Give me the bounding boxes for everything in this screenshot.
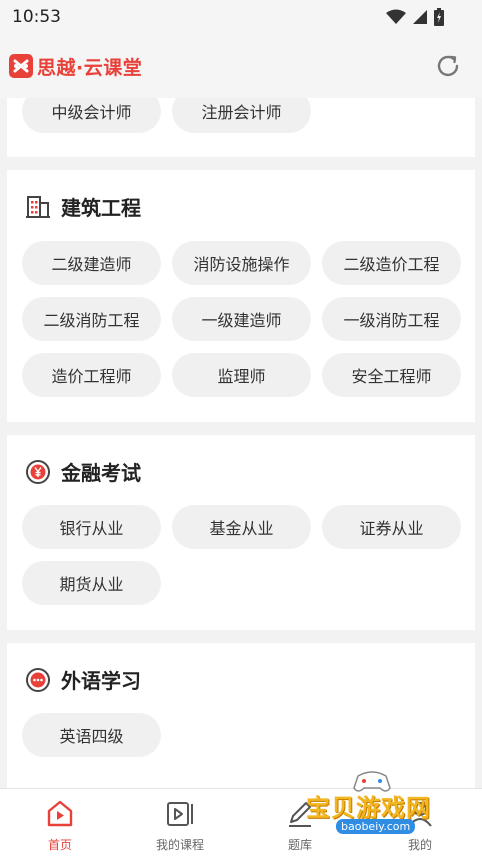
chip-level1-constructor[interactable]: 一级建造师 (172, 297, 311, 341)
refresh-button[interactable] (433, 51, 463, 81)
chip-cpa[interactable]: 注册会计师 (172, 98, 311, 133)
watermark-url: baobeiy.com (336, 819, 416, 834)
refresh-icon (437, 55, 459, 77)
yen-coin-icon (26, 459, 50, 484)
chip-level2-fire-engineer[interactable]: 二级消防工程 (22, 297, 161, 341)
app-header: 思越·云课堂 (0, 34, 482, 98)
chip-level1-fire-engineer[interactable]: 一级消防工程 (322, 297, 461, 341)
section-card-accounting: 中级会计师 注册会计师 (7, 98, 475, 157)
chip-safety-engineer[interactable]: 安全工程师 (322, 353, 461, 397)
section-card-finance: 金融考试 银行从业 基金从业 证券从业 期货从业 (7, 435, 475, 630)
app-logo-icon (9, 54, 33, 78)
section-card-construction: 建筑工程 二级建造师 消防设施操作 二级造价工程 二级消防工程 一级建造师 一级… (7, 170, 475, 422)
chip-banking[interactable]: 银行从业 (22, 505, 161, 549)
section-card-language: 外语学习 英语四级 (7, 643, 475, 788)
tab-label-my-courses: 我的课程 (155, 838, 204, 852)
battery-icon (434, 8, 444, 26)
chip-fund[interactable]: 基金从业 (172, 505, 311, 549)
chip-securities[interactable]: 证券从业 (322, 505, 461, 549)
tab-home[interactable]: 首页 (0, 789, 120, 857)
chip-fire-facility-operation[interactable]: 消防设施操作 (172, 241, 311, 285)
watermark: 宝贝游戏网 baobeiy.com (290, 768, 460, 838)
tab-label-home: 首页 (47, 838, 72, 852)
home-play-icon (47, 800, 73, 827)
wifi-icon (386, 9, 406, 24)
section-title-language: 外语学习 (61, 669, 141, 693)
chip-futures[interactable]: 期货从业 (22, 561, 161, 605)
chip-intermediate-accountant[interactable]: 中级会计师 (22, 98, 161, 133)
tab-label-question-bank: 题库 (287, 838, 312, 852)
chip-supervisor[interactable]: 监理师 (172, 353, 311, 397)
category-list[interactable]: 中级会计师 注册会计师 建筑工程 二级建造师 消防设施操作 二级造价工程 二级消… (0, 98, 482, 788)
chip-cost-engineer[interactable]: 造价工程师 (22, 353, 161, 397)
status-bar: 10:53 (0, 0, 482, 34)
chip-cet4[interactable]: 英语四级 (22, 713, 161, 757)
chip-level2-cost-engineer[interactable]: 二级造价工程 (322, 241, 461, 285)
section-title-construction: 建筑工程 (61, 196, 141, 220)
status-time: 10:53 (12, 7, 61, 27)
signal-icon (413, 10, 427, 24)
section-header-finance: 金融考试 (25, 457, 141, 486)
section-header-language: 外语学习 (25, 665, 141, 694)
tab-label-profile: 我的 (407, 838, 432, 852)
video-course-icon (167, 802, 193, 826)
chat-bubble-icon (26, 667, 50, 692)
chip-level2-constructor[interactable]: 二级建造师 (22, 241, 161, 285)
building-icon (26, 195, 50, 218)
watermark-text: 宝贝游戏网 (306, 794, 431, 822)
app-title: 思越·云课堂 (37, 56, 143, 79)
tab-my-courses[interactable]: 我的课程 (120, 789, 240, 857)
section-header-construction: 建筑工程 (25, 192, 141, 221)
status-icons (386, 8, 444, 26)
section-title-finance: 金融考试 (61, 461, 141, 485)
